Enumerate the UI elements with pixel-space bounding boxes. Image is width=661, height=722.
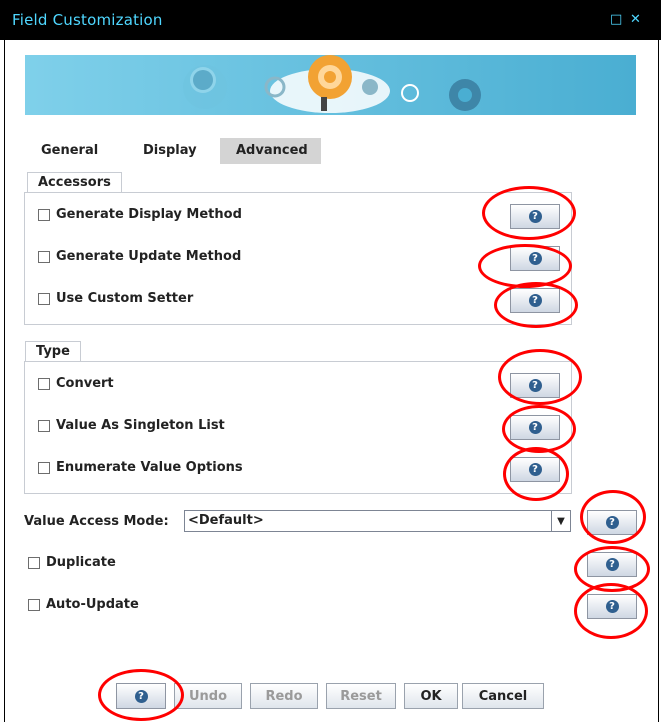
annotation-circle xyxy=(478,244,572,288)
checkbox-label: Auto-Update xyxy=(46,597,139,612)
checkbox-label: Generate Display Method xyxy=(56,207,242,222)
chevron-down-icon[interactable]: ▼ xyxy=(551,511,570,531)
checkbox-box[interactable] xyxy=(38,461,50,474)
annotation-circle xyxy=(574,583,648,639)
maximize-icon[interactable]: □ xyxy=(610,12,622,27)
use-custom-setter-checkbox[interactable]: Use Custom Setter xyxy=(38,291,193,306)
tab-general[interactable]: General xyxy=(25,138,114,164)
reset-button[interactable]: Reset xyxy=(326,683,396,709)
checkbox-box[interactable] xyxy=(38,250,50,263)
generate-update-method-checkbox[interactable]: Generate Update Method xyxy=(38,249,241,264)
undo-button[interactable]: Undo xyxy=(174,683,242,709)
checkbox-box[interactable] xyxy=(38,292,50,305)
value-as-singleton-list-checkbox[interactable]: Value As Singleton List xyxy=(38,418,225,433)
duplicate-checkbox[interactable]: Duplicate xyxy=(28,555,116,570)
annotation-circle xyxy=(98,669,184,721)
annotation-circle xyxy=(502,405,576,453)
annotation-circle xyxy=(494,282,578,328)
ok-button[interactable]: OK xyxy=(404,683,458,709)
banner-image xyxy=(25,55,636,115)
redo-button[interactable]: Redo xyxy=(250,683,318,709)
enumerate-value-options-checkbox[interactable]: Enumerate Value Options xyxy=(38,460,243,475)
annotation-circle xyxy=(580,490,646,544)
auto-update-checkbox[interactable]: Auto-Update xyxy=(28,597,139,612)
annotation-circle xyxy=(482,186,576,240)
checkbox-label: Value As Singleton List xyxy=(56,418,225,433)
type-legend: Type xyxy=(25,341,81,361)
checkbox-box[interactable] xyxy=(38,377,50,390)
tab-advanced[interactable]: Advanced xyxy=(220,138,321,164)
window-title: Field Customization xyxy=(12,11,163,29)
value-access-mode-select[interactable]: <Default> ▼ xyxy=(184,510,571,532)
checkbox-box[interactable] xyxy=(28,556,40,569)
tab-display[interactable]: Display xyxy=(127,138,213,164)
close-icon[interactable]: ✕ xyxy=(630,12,641,27)
checkbox-label: Enumerate Value Options xyxy=(56,460,243,475)
convert-checkbox[interactable]: Convert xyxy=(38,376,114,391)
checkbox-box[interactable] xyxy=(38,419,50,432)
checkbox-label: Convert xyxy=(56,376,114,391)
accessors-legend: Accessors xyxy=(27,172,122,192)
value-access-mode-label: Value Access Mode: xyxy=(24,514,169,529)
generate-display-method-checkbox[interactable]: Generate Display Method xyxy=(38,207,242,222)
checkbox-label: Use Custom Setter xyxy=(56,291,194,306)
checkbox-box[interactable] xyxy=(28,598,40,611)
annotation-circle xyxy=(498,349,582,405)
annotation-circle xyxy=(503,447,569,501)
checkbox-label: Duplicate xyxy=(46,555,116,570)
cancel-button[interactable]: Cancel xyxy=(462,683,544,709)
checkbox-box[interactable] xyxy=(38,208,50,221)
title-bar: Field Customization □ ✕ xyxy=(0,0,661,40)
checkbox-label: Generate Update Method xyxy=(56,249,242,264)
select-value: <Default> xyxy=(188,513,264,528)
